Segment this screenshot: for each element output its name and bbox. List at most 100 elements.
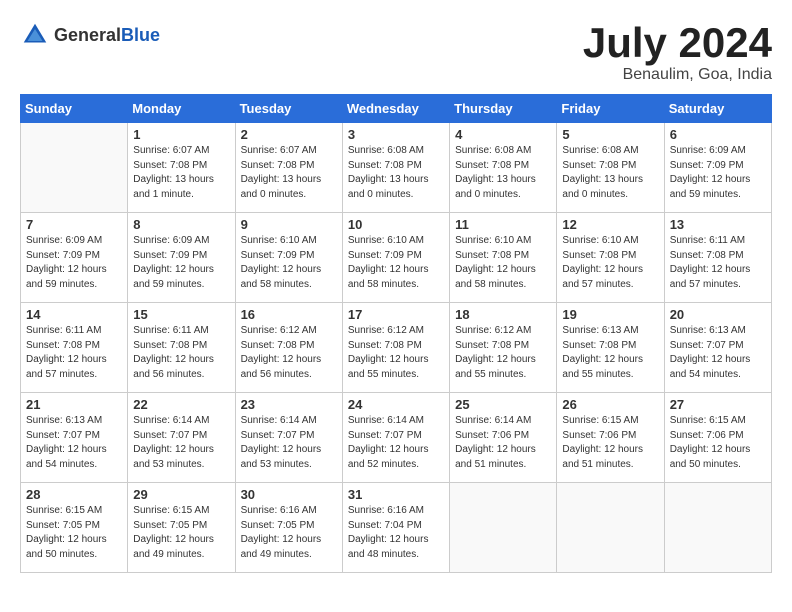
calendar-week-3: 14 Sunrise: 6:11 AM Sunset: 7:08 PM Dayli… — [21, 303, 772, 393]
cell-content: Sunrise: 6:11 AM Sunset: 7:08 PM Dayligh… — [133, 324, 229, 382]
day-number: 12 — [562, 217, 658, 232]
day-number: 2 — [241, 127, 337, 142]
day-number: 26 — [562, 397, 658, 412]
day-number: 4 — [455, 127, 551, 142]
day-number: 5 — [562, 127, 658, 142]
day-number: 10 — [348, 217, 444, 232]
calendar-table: Sunday Monday Tuesday Wednesday Thursday… — [20, 94, 772, 573]
calendar-cell: 27 Sunrise: 6:15 AM Sunset: 7:06 PM Dayli… — [664, 393, 771, 483]
page-header: GeneralBlue July 2024 Benaulim, Goa, Ind… — [20, 20, 772, 84]
cell-content: Sunrise: 6:15 AM Sunset: 7:05 PM Dayligh… — [26, 504, 122, 562]
logo-blue: Blue — [121, 25, 160, 45]
calendar-week-1: 1Sunrise: 6:07 AM Sunset: 7:08 PM Daylig… — [21, 123, 772, 213]
calendar-week-4: 21Sunrise: 6:13 AM Sunset: 7:07 PM Dayli… — [21, 393, 772, 483]
calendar-cell: 31 Sunrise: 6:16 AM Sunset: 7:04 PM Dayli… — [342, 483, 449, 573]
calendar-cell: 20 Sunrise: 6:13 AM Sunset: 7:07 PM Dayli… — [664, 303, 771, 393]
calendar-cell: 1Sunrise: 6:07 AM Sunset: 7:08 PM Daylig… — [128, 123, 235, 213]
calendar-cell: 21Sunrise: 6:13 AM Sunset: 7:07 PM Dayli… — [21, 393, 128, 483]
cell-content: Sunrise: 6:14 AM Sunset: 7:06 PM Dayligh… — [455, 414, 551, 472]
cell-content: Sunrise: 6:14 AM Sunset: 7:07 PM Dayligh… — [133, 414, 229, 472]
cell-content: Sunrise: 6:15 AM Sunset: 7:06 PM Dayligh… — [670, 414, 766, 472]
day-number: 16 — [241, 307, 337, 322]
day-number: 25 — [455, 397, 551, 412]
calendar-cell: 12Sunrise: 6:10 AM Sunset: 7:08 PM Dayli… — [557, 213, 664, 303]
header-row: Sunday Monday Tuesday Wednesday Thursday… — [21, 95, 772, 123]
calendar-cell — [557, 483, 664, 573]
day-number: 24 — [348, 397, 444, 412]
col-saturday: Saturday — [664, 95, 771, 123]
logo-text: GeneralBlue — [54, 25, 160, 46]
cell-content: Sunrise: 6:12 AM Sunset: 7:08 PM Dayligh… — [348, 324, 444, 382]
calendar-cell — [450, 483, 557, 573]
calendar-cell: 16 Sunrise: 6:12 AM Sunset: 7:08 PM Dayli… — [235, 303, 342, 393]
day-number: 11 — [455, 217, 551, 232]
calendar-cell: 4 Sunrise: 6:08 AM Sunset: 7:08 PM Daylig… — [450, 123, 557, 213]
calendar-cell: 24 Sunrise: 6:14 AM Sunset: 7:07 PM Dayli… — [342, 393, 449, 483]
calendar-cell: 28 Sunrise: 6:15 AM Sunset: 7:05 PM Dayli… — [21, 483, 128, 573]
logo-icon — [20, 20, 50, 50]
cell-content: Sunrise: 6:16 AM Sunset: 7:05 PM Dayligh… — [241, 504, 337, 562]
col-friday: Friday — [557, 95, 664, 123]
cell-content: Sunrise: 6:08 AM Sunset: 7:08 PM Dayligh… — [455, 144, 551, 202]
day-number: 9 — [241, 217, 337, 232]
calendar-cell: 11 Sunrise: 6:10 AM Sunset: 7:08 PM Dayli… — [450, 213, 557, 303]
day-number: 7 — [26, 217, 122, 232]
col-tuesday: Tuesday — [235, 95, 342, 123]
title-block: July 2024 Benaulim, Goa, India — [583, 20, 772, 84]
month-title: July 2024 — [583, 20, 772, 66]
cell-content: Sunrise: 6:11 AM Sunset: 7:08 PM Dayligh… — [670, 234, 766, 292]
calendar-cell: 26 Sunrise: 6:15 AM Sunset: 7:06 PM Dayli… — [557, 393, 664, 483]
cell-content: Sunrise: 6:14 AM Sunset: 7:07 PM Dayligh… — [348, 414, 444, 472]
col-wednesday: Wednesday — [342, 95, 449, 123]
calendar-cell: 18 Sunrise: 6:12 AM Sunset: 7:08 PM Dayli… — [450, 303, 557, 393]
cell-content: Sunrise: 6:09 AM Sunset: 7:09 PM Dayligh… — [670, 144, 766, 202]
day-number: 23 — [241, 397, 337, 412]
cell-content: Sunrise: 6:15 AM Sunset: 7:05 PM Dayligh… — [133, 504, 229, 562]
calendar-cell: 15Sunrise: 6:11 AM Sunset: 7:08 PM Dayli… — [128, 303, 235, 393]
cell-content: Sunrise: 6:08 AM Sunset: 7:08 PM Dayligh… — [562, 144, 658, 202]
col-thursday: Thursday — [450, 95, 557, 123]
cell-content: Sunrise: 6:12 AM Sunset: 7:08 PM Dayligh… — [455, 324, 551, 382]
calendar-cell: 7Sunrise: 6:09 AM Sunset: 7:09 PM Daylig… — [21, 213, 128, 303]
cell-content: Sunrise: 6:13 AM Sunset: 7:08 PM Dayligh… — [562, 324, 658, 382]
calendar-cell: 19 Sunrise: 6:13 AM Sunset: 7:08 PM Dayli… — [557, 303, 664, 393]
cell-content: Sunrise: 6:09 AM Sunset: 7:09 PM Dayligh… — [133, 234, 229, 292]
calendar-cell: 17 Sunrise: 6:12 AM Sunset: 7:08 PM Dayli… — [342, 303, 449, 393]
cell-content: Sunrise: 6:07 AM Sunset: 7:08 PM Dayligh… — [241, 144, 337, 202]
day-number: 14 — [26, 307, 122, 322]
calendar-week-2: 7 Sunrise: 6:09 AM Sunset: 7:09 PM Daylig… — [21, 213, 772, 303]
cell-content: Sunrise: 6:10 AM Sunset: 7:08 PM Dayligh… — [455, 234, 551, 292]
calendar-cell: 22Sunrise: 6:14 AM Sunset: 7:07 PM Dayli… — [128, 393, 235, 483]
day-number: 21 — [26, 397, 122, 412]
cell-content: Sunrise: 6:10 AM Sunset: 7:09 PM Dayligh… — [241, 234, 337, 292]
day-number: 19 — [562, 307, 658, 322]
calendar-cell: 3 Sunrise: 6:08 AM Sunset: 7:08 PM Daylig… — [342, 123, 449, 213]
day-number: 29 — [133, 487, 229, 502]
cell-content: Sunrise: 6:13 AM Sunset: 7:07 PM Dayligh… — [670, 324, 766, 382]
col-sunday: Sunday — [21, 95, 128, 123]
day-number: 27 — [670, 397, 766, 412]
day-number: 13 — [670, 217, 766, 232]
calendar-cell — [664, 483, 771, 573]
calendar-week-5: 28 Sunrise: 6:15 AM Sunset: 7:05 PM Dayli… — [21, 483, 772, 573]
cell-content: Sunrise: 6:15 AM Sunset: 7:06 PM Dayligh… — [562, 414, 658, 472]
cell-content: Sunrise: 6:12 AM Sunset: 7:08 PM Dayligh… — [241, 324, 337, 382]
cell-content: Sunrise: 6:14 AM Sunset: 7:07 PM Dayligh… — [241, 414, 337, 472]
calendar-cell: 25 Sunrise: 6:14 AM Sunset: 7:06 PM Dayli… — [450, 393, 557, 483]
calendar-cell — [21, 123, 128, 213]
cell-content: Sunrise: 6:16 AM Sunset: 7:04 PM Dayligh… — [348, 504, 444, 562]
day-number: 17 — [348, 307, 444, 322]
cell-content: Sunrise: 6:08 AM Sunset: 7:08 PM Dayligh… — [348, 144, 444, 202]
day-number: 28 — [26, 487, 122, 502]
day-number: 18 — [455, 307, 551, 322]
calendar-cell: 30 Sunrise: 6:16 AM Sunset: 7:05 PM Dayli… — [235, 483, 342, 573]
calendar-cell: 14 Sunrise: 6:11 AM Sunset: 7:08 PM Dayli… — [21, 303, 128, 393]
day-number: 6 — [670, 127, 766, 142]
day-number: 20 — [670, 307, 766, 322]
day-number: 30 — [241, 487, 337, 502]
calendar-cell: 8Sunrise: 6:09 AM Sunset: 7:09 PM Daylig… — [128, 213, 235, 303]
calendar-cell: 2 Sunrise: 6:07 AM Sunset: 7:08 PM Daylig… — [235, 123, 342, 213]
cell-content: Sunrise: 6:11 AM Sunset: 7:08 PM Dayligh… — [26, 324, 122, 382]
day-number: 31 — [348, 487, 444, 502]
day-number: 3 — [348, 127, 444, 142]
